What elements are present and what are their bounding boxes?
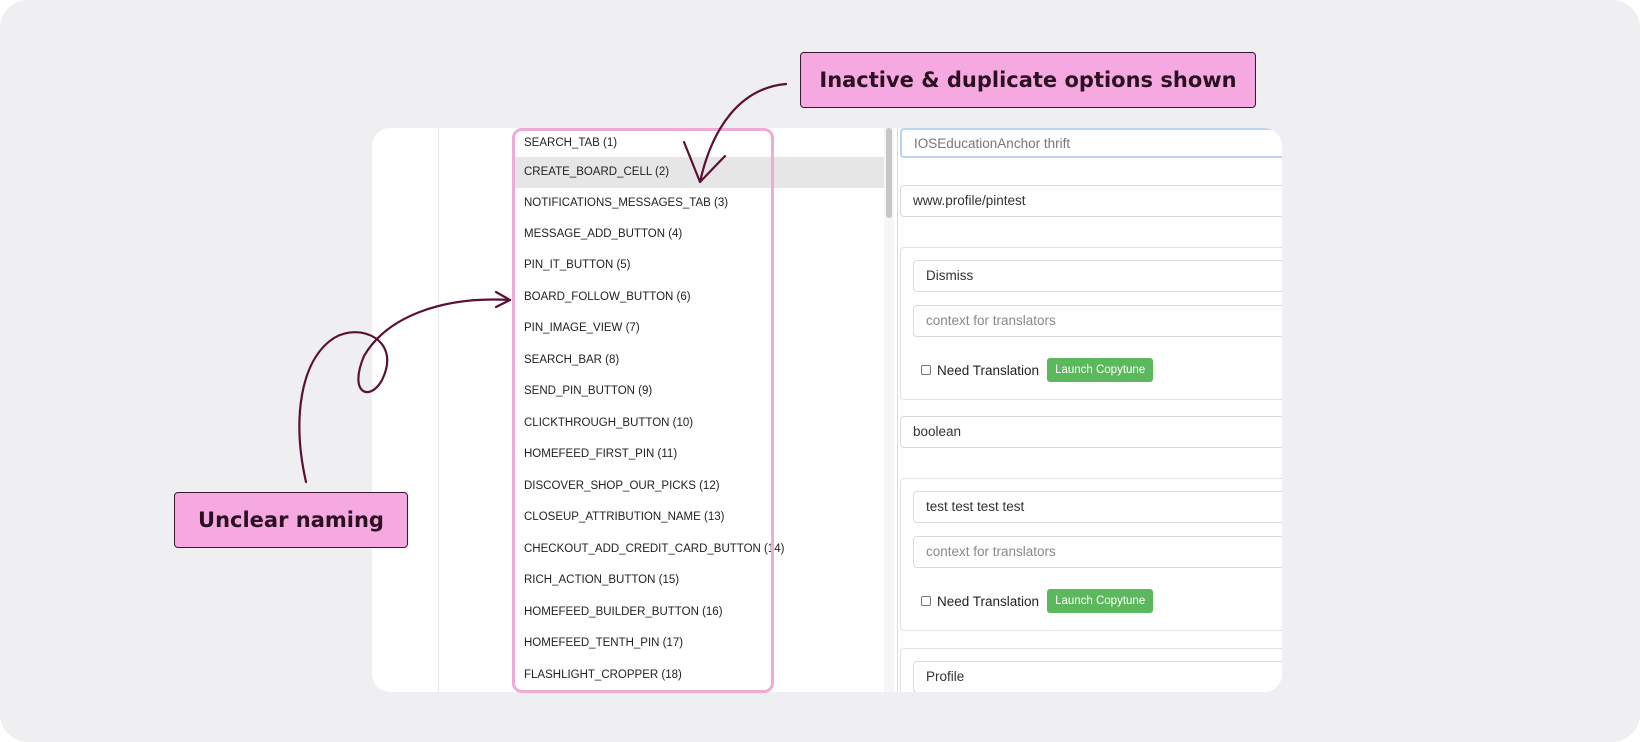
annotation-arrows [298,82,788,484]
left-arrow-curve [298,298,512,484]
screenshot-frame: SEARCH_TAB (1) CREATE_BOARD_CELL (2) NOT… [0,0,1640,742]
